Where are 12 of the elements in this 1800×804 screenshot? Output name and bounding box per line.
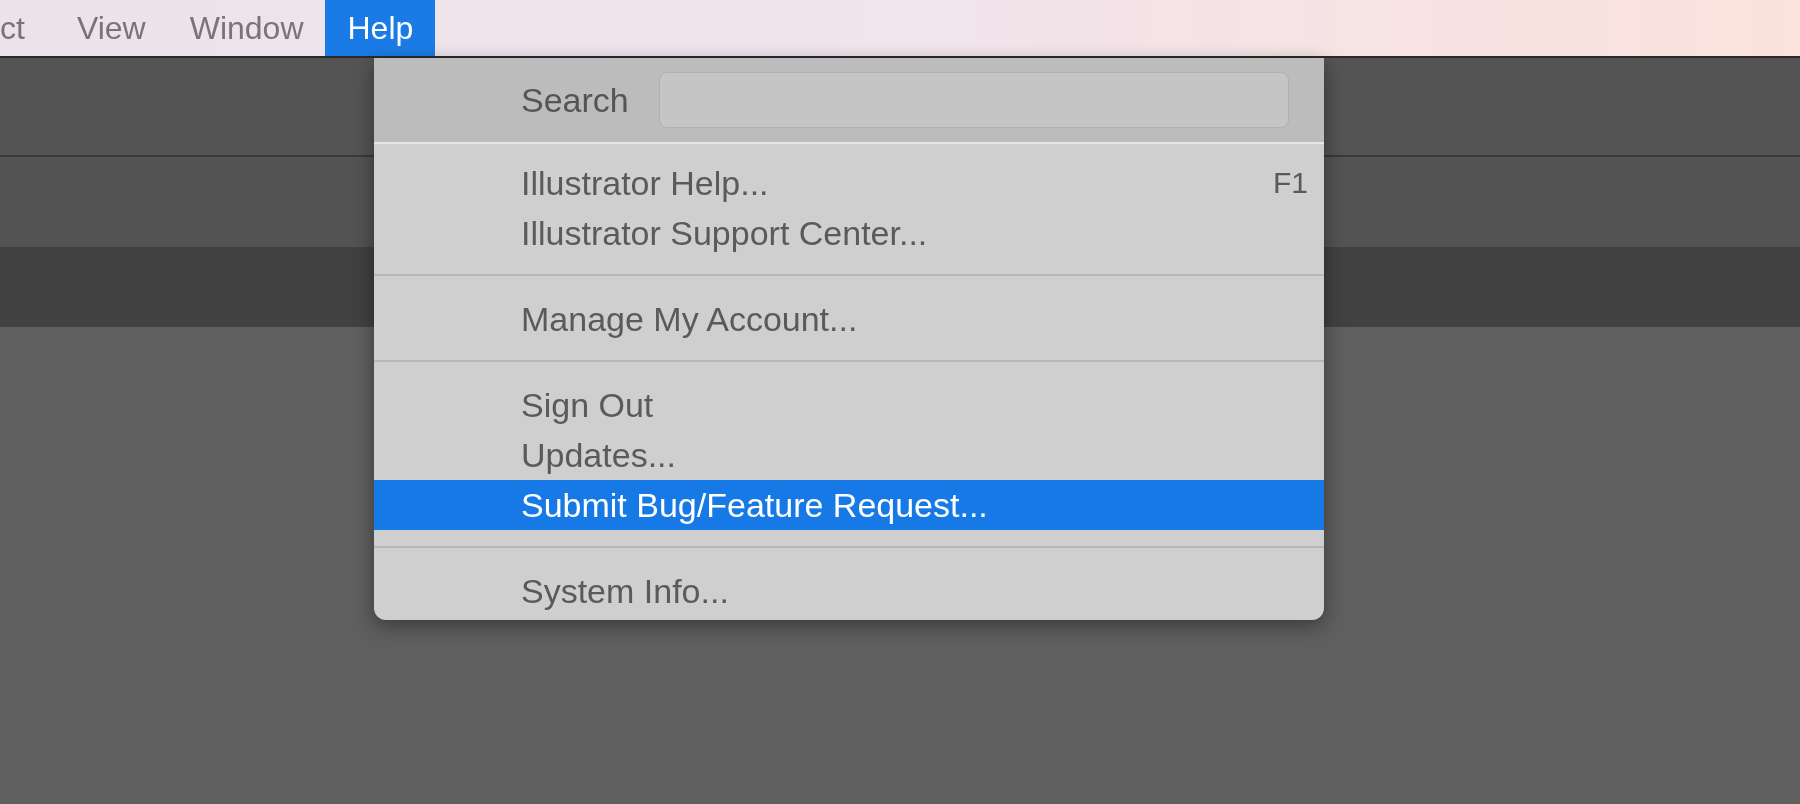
search-label: Search	[521, 80, 629, 120]
menu-bar-item[interactable]: View	[54, 0, 168, 56]
menu-item[interactable]: Illustrator Support Center...	[374, 208, 1324, 258]
menu-item[interactable]: Submit Bug/Feature Request...	[374, 480, 1324, 530]
menu-item[interactable]: Illustrator Help... F1	[374, 158, 1324, 208]
menu-bar-item[interactable]: Window	[167, 0, 326, 56]
menu-item[interactable]: System Info...	[374, 566, 1324, 616]
menu-item[interactable]: Updates...	[374, 430, 1324, 480]
menu-bar-item[interactable]: ct	[0, 0, 55, 56]
menu-bar-item[interactable]: Help	[325, 0, 436, 56]
menu-item[interactable]: Sign Out	[374, 380, 1324, 430]
menu-item[interactable]: Manage My Account...	[374, 294, 1324, 344]
